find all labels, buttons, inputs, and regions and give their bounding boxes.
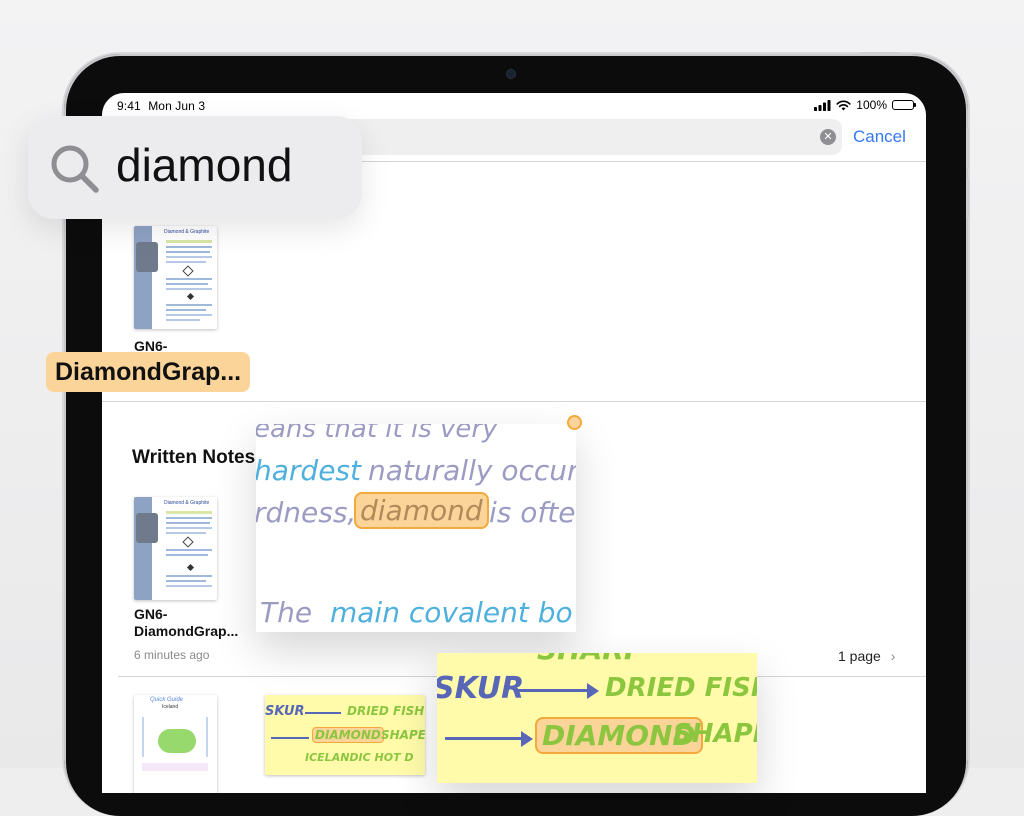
note-title-line1: GN6- [134, 606, 168, 622]
quick-guide-title: Quick Guide [150, 697, 184, 703]
sticky-small-shape: SHAPE [381, 728, 425, 742]
volume-down-button [966, 178, 969, 218]
handwriting-match-diamond: diamond [354, 492, 489, 529]
note-thumbnail[interactable]: Diamond & Graphite [134, 497, 217, 600]
status-time: 9:41 Mon Jun 3 [117, 99, 205, 113]
handwriting-line-3b: is ofte [489, 496, 576, 529]
handwriting-line-2b: naturally occur [368, 454, 576, 487]
cellular-signal-icon [814, 99, 831, 111]
sticky-top-word: SHARP [537, 653, 644, 666]
sticky-small-diamond: DIAMOND [312, 727, 384, 743]
handwriting-line-4a: The [260, 596, 313, 629]
wifi-icon [836, 100, 851, 110]
sticky-note-thumbnail[interactable]: SKUR DRIED FISH DIAMOND SHAPE ICELANDIC … [265, 695, 425, 775]
sticky-small-skur: SKUR [265, 704, 305, 719]
status-bar: 9:41 Mon Jun 3 100% [102, 93, 926, 117]
sticky-shape: SHAPE [673, 719, 757, 749]
search-query-callout: diamond [28, 116, 362, 219]
battery-percentage: 100% [856, 98, 887, 112]
page-count-link[interactable]: 1 page › [838, 648, 895, 664]
highlighted-document-title: DiamondGrap... [46, 352, 251, 392]
top-button [860, 52, 900, 55]
doc-heading: Diamond & Graphite [164, 229, 210, 235]
battery-icon [892, 100, 916, 110]
search-query-text: diamond [116, 139, 293, 191]
sticky-note-match-preview: SHARP SKUR DRIED FISH DIAMOND SHAPE [437, 653, 757, 783]
sticky-small-dried-fish: DRIED FISH [347, 704, 425, 718]
page-count-label: 1 page [838, 648, 881, 664]
sticky-small-icelandic: ICELANDIC HOT D [305, 751, 414, 764]
status-date: Mon Jun 3 [148, 99, 206, 113]
selection-handle [567, 415, 582, 430]
note-timestamp: 6 minutes ago [134, 648, 210, 662]
status-icons: 100% [814, 98, 916, 112]
sticky-skur: SKUR [437, 671, 525, 706]
chevron-right-icon: › [890, 648, 896, 664]
quick-guide-subtitle: Iceland [162, 704, 179, 710]
sticky-dried-fish: DRIED FISH [605, 673, 757, 703]
front-camera [507, 70, 515, 78]
handwriting-line-4b: main covalent bo [330, 596, 573, 629]
handwriting-match-preview: eans that it is very hardest naturally o… [256, 424, 576, 632]
handwriting-line-1: eans that it is very [256, 424, 498, 444]
status-clock: 9:41 [117, 99, 141, 113]
handwriting-line-3a: rdness, [256, 496, 357, 529]
section-title-written-notes: Written Notes [132, 447, 256, 468]
search-icon [51, 145, 99, 193]
note-title-line2: DiamondGrap... [134, 623, 239, 639]
clear-search-icon[interactable]: ✕ [820, 129, 836, 145]
note-heading: Diamond & Graphite [164, 500, 210, 506]
note-title[interactable]: GN6- DiamondGrap... [134, 606, 264, 640]
volume-up-button [966, 128, 969, 168]
section-divider [102, 401, 926, 402]
cancel-button[interactable]: Cancel [853, 127, 906, 147]
handwriting-line-2a: hardest [256, 454, 361, 487]
document-thumbnail[interactable]: Diamond & Graphite [134, 226, 217, 329]
quick-guide-thumbnail[interactable]: Quick Guide Iceland [134, 695, 217, 793]
